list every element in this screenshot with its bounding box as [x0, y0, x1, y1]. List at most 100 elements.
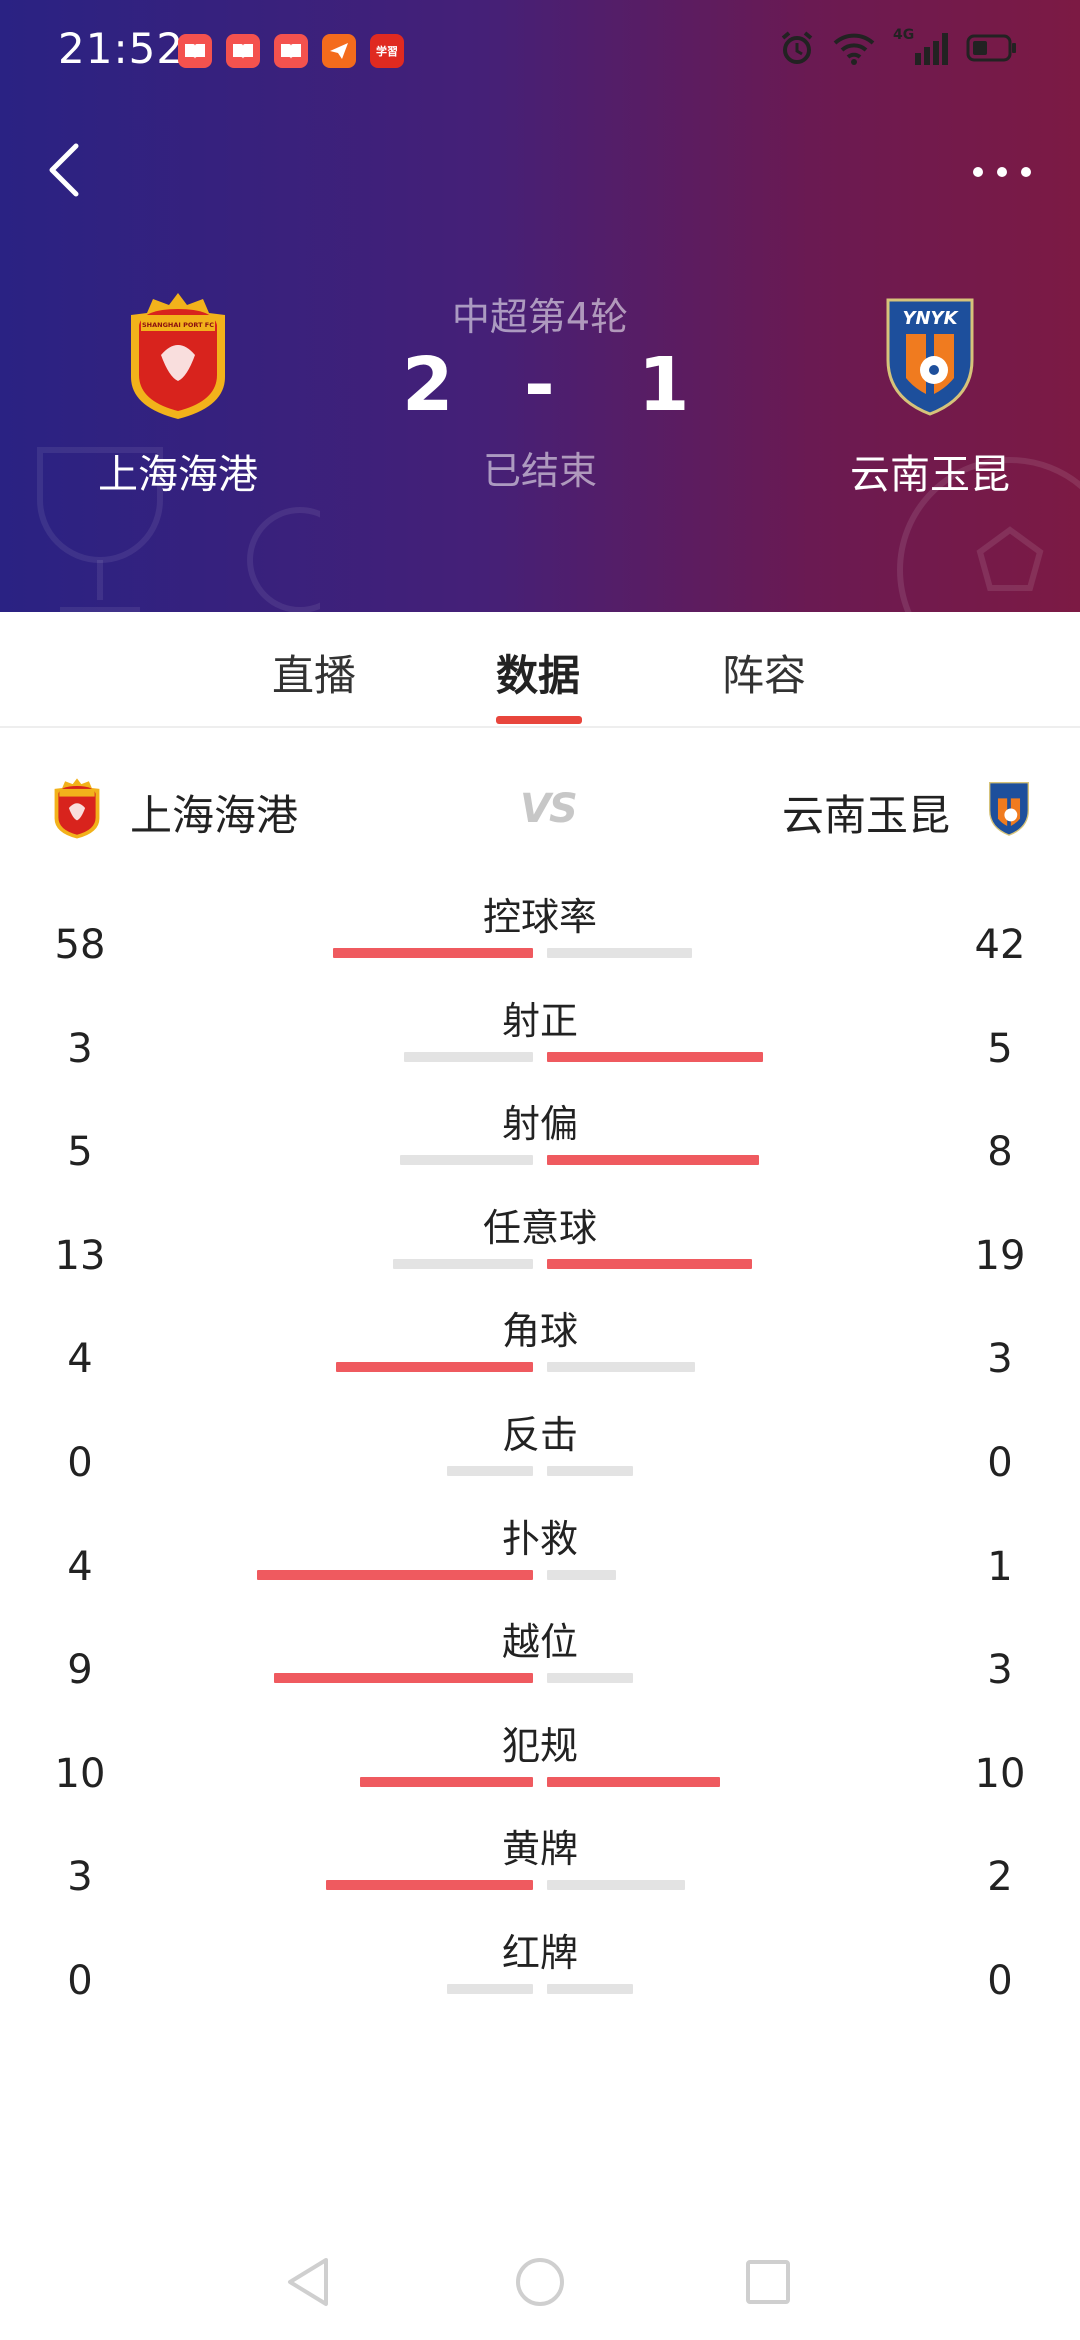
- stat-label: 黄牌: [501, 1827, 578, 1872]
- tab-bar: 直播 数据 阵容: [0, 612, 1080, 728]
- stat-away-bar: [547, 1465, 633, 1476]
- back-button[interactable]: [40, 140, 90, 200]
- circle-home-icon: [516, 2258, 564, 2306]
- stat-label: 角球: [501, 1309, 578, 1354]
- stat-home-bar: [404, 1051, 533, 1062]
- stat-label: 射正: [501, 998, 578, 1043]
- comparison-header: 上海海港 VS 云南玉昆: [0, 770, 1080, 850]
- stat-away-value: 1: [987, 1543, 1013, 1590]
- nav-back-button[interactable]: [280, 2252, 340, 2312]
- stat-home-bar: [257, 1569, 533, 1580]
- stat-row: 越位 9 3: [0, 1605, 1080, 1709]
- stat-home-value: 3: [67, 1854, 93, 1901]
- system-status-icons: 4G: [779, 27, 1018, 66]
- alarm-icon: [781, 31, 813, 64]
- stat-home-bar: [400, 1155, 533, 1166]
- stat-home-value: 0: [67, 1439, 93, 1486]
- stat-home-value: 58: [54, 922, 106, 968]
- stat-label: 反击: [501, 1412, 578, 1457]
- stats-list: 控球率 58 42 射正 3 5 射偏 5 8 任意球 13 19 角球 4 3 反击 0 0 扑救 4 1 越位 9 3 犯规…: [0, 880, 1080, 2020]
- stat-home-bar: [447, 1983, 533, 1994]
- network-type: 4G: [893, 27, 915, 43]
- stat-label: 红牌: [501, 1930, 578, 1975]
- stat-home-bar: [360, 1776, 533, 1787]
- battery-icon: [966, 34, 1016, 62]
- stat-home-value: 3: [67, 1025, 93, 1072]
- yunnan-yukun-crest-icon: YNYK: [860, 280, 1000, 430]
- stat-label: 射偏: [501, 1102, 578, 1147]
- stat-home-value: 4: [67, 1543, 93, 1590]
- match-header: 21:52 学習 4G SHANGHAI PORT FC 上海海港 中超第4轮 …: [0, 0, 1080, 612]
- stat-home-bar: [274, 1673, 533, 1684]
- vs-label: VS: [520, 786, 578, 832]
- active-tab-indicator: [496, 716, 582, 724]
- stat-home-value: 9: [67, 1647, 93, 1694]
- stat-away-bar: [547, 1051, 763, 1062]
- away-team-name: 云南玉昆: [850, 452, 1010, 498]
- stat-row: 角球 4 3: [0, 1294, 1080, 1398]
- stat-home-value: 10: [54, 1750, 106, 1797]
- nav-recents-button[interactable]: [738, 2252, 798, 2312]
- stat-away-value: 2: [987, 1854, 1013, 1901]
- triangle-back-icon: [288, 2258, 328, 2306]
- more-options-button[interactable]: [966, 150, 1038, 190]
- stat-row: 射偏 5 8: [0, 1087, 1080, 1191]
- send-app-icon: [322, 34, 356, 68]
- comparison-home-team: 上海海港: [130, 791, 299, 840]
- comparison-away-team: 云南玉昆: [781, 791, 950, 840]
- wifi-icon: [833, 33, 875, 65]
- away-score: 1: [638, 342, 690, 428]
- stat-label: 任意球: [482, 1205, 597, 1250]
- stat-away-value: 8: [987, 1129, 1013, 1176]
- stat-away-value: 19: [974, 1232, 1026, 1279]
- stat-away-value: 3: [987, 1336, 1013, 1383]
- stat-away-bar: [547, 948, 692, 958]
- notification-icons: 学習: [178, 34, 404, 68]
- stat-home-value: 13: [54, 1232, 106, 1279]
- shanghai-port-crest-icon: [46, 774, 108, 846]
- more-dots-icon: [973, 167, 1031, 177]
- stat-away-value: 0: [987, 1957, 1013, 2004]
- away-team-header[interactable]: YNYK 云南玉昆: [810, 280, 1050, 500]
- stat-away-bar: [547, 1983, 633, 1994]
- stat-home-value: 4: [67, 1336, 93, 1383]
- nav-home-button[interactable]: [510, 2252, 570, 2312]
- stat-row: 反击 0 0: [0, 1398, 1080, 1502]
- stat-row: 控球率 58 42: [0, 880, 1080, 984]
- stat-away-bar: [547, 1776, 720, 1787]
- stat-home-value: 0: [67, 1957, 93, 2004]
- stat-label: 犯规: [501, 1723, 578, 1768]
- stat-away-value: 0: [987, 1439, 1013, 1486]
- score-separator: -: [524, 342, 555, 428]
- stat-away-value: 5: [987, 1025, 1013, 1072]
- system-navigation-bar: [0, 2230, 1080, 2340]
- stat-away-value: 42: [974, 922, 1026, 968]
- tab-stats[interactable]: 数据: [496, 642, 580, 703]
- signal-icon: 4G: [893, 27, 948, 65]
- stat-label: 控球率: [482, 895, 597, 939]
- tab-lineup[interactable]: 阵容: [722, 642, 806, 703]
- stat-label: 扑救: [501, 1516, 578, 1561]
- stat-away-value: 3: [987, 1647, 1013, 1694]
- stat-home-bar: [333, 948, 533, 958]
- stat-away-bar: [547, 1258, 752, 1269]
- stat-home-bar: [393, 1258, 533, 1269]
- stat-row: 任意球 13 19: [0, 1191, 1080, 1295]
- study-app-label: 学習: [376, 45, 398, 58]
- stat-row: 射正 3 5: [0, 984, 1080, 1088]
- stat-row: 黄牌 3 2: [0, 1812, 1080, 1916]
- chevron-left-icon: [49, 143, 79, 197]
- status-time: 21:52: [58, 24, 185, 73]
- tab-live[interactable]: 直播: [272, 642, 356, 703]
- away-crest-text: YNYK: [902, 308, 959, 329]
- stat-away-bar: [547, 1155, 759, 1166]
- stat-row: 红牌 0 0: [0, 1916, 1080, 2020]
- stat-home-bar: [326, 1880, 533, 1891]
- yunnan-yukun-crest-icon: [986, 778, 1032, 842]
- book-app-icon: [178, 34, 212, 68]
- stat-row: 扑救 4 1: [0, 1502, 1080, 1606]
- stat-away-bar: [547, 1673, 633, 1684]
- stat-home-value: 5: [67, 1129, 93, 1176]
- book-app-icon: [274, 34, 308, 68]
- stat-row: 犯规 10 10: [0, 1709, 1080, 1813]
